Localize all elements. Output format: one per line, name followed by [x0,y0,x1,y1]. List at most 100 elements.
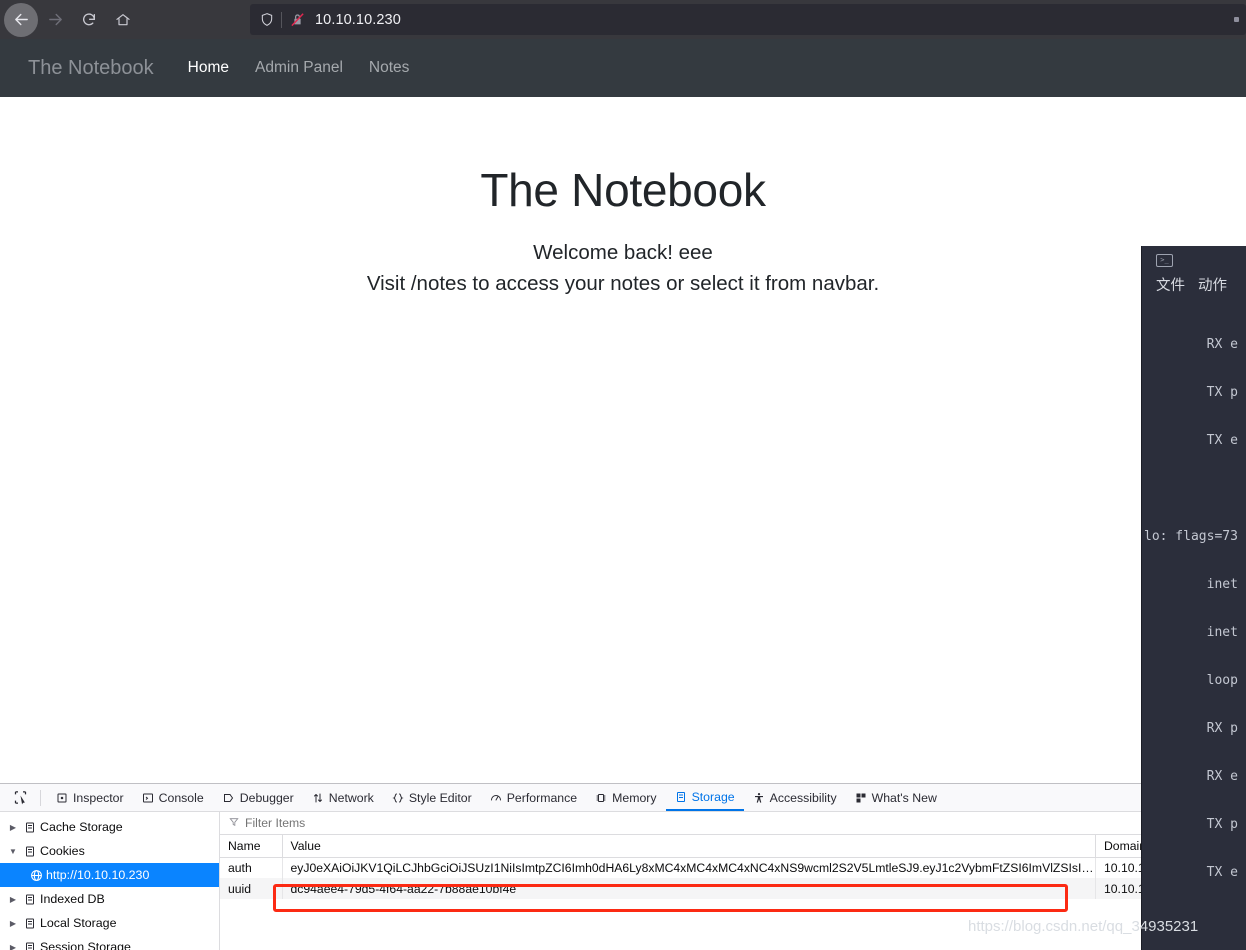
sidebar-item-local-storage[interactable]: ▶ Local Storage [0,911,219,935]
tab-label: Inspector [73,790,124,805]
tab-label: Network [328,790,374,805]
toolbar-divider [40,789,41,806]
terminal-output: RX e TX p TX e lo: flags=73 inet inet lo… [1142,305,1246,950]
sidebar-item-label: http://10.10.10.230 [46,868,150,882]
url-text: 10.10.10.230 [315,11,401,28]
cell-value: dc94aee4-79d5-4f64-aa22-7b88ae10bf4e [282,878,1096,899]
terminal-line: RX p [1144,721,1238,736]
nav-link-notes[interactable]: Notes [369,59,410,77]
forward-button[interactable] [38,3,72,37]
terminal-line: RX e [1144,337,1238,352]
shield-icon[interactable] [260,12,274,27]
tab-label: Style Editor [408,790,472,805]
tab-inspector[interactable]: Inspector [47,784,133,811]
terminal-window[interactable]: >_ 文件 动作 RX e TX p TX e lo: flags=73 ine… [1141,246,1246,950]
menu-item-file[interactable]: 文件 [1156,274,1185,295]
sidebar-item-label: Session Storage [40,940,131,950]
page-content: The Notebook Welcome back! eee Visit /no… [0,97,1246,783]
home-button[interactable] [106,3,140,37]
devtools-tabbar: Inspector Console Debugger Network Style… [0,784,1246,812]
tab-label: Accessibility [769,790,837,805]
urlbar-menu-dot[interactable] [1234,17,1239,22]
broken-lock-icon[interactable] [290,12,305,28]
cell-name: auth [220,857,283,878]
tab-label: Debugger [239,790,294,805]
chevron-down-icon[interactable]: ▼ [6,847,20,856]
tab-accessibility[interactable]: Accessibility [744,784,846,811]
table-row[interactable]: auth eyJ0eXAiOiJKV1QiLCJhbGciOiJSUzI1NiI… [220,857,1246,878]
table-header-row: Name Value Domain Path [220,835,1246,858]
filter-bar [220,812,1246,835]
filter-icon [229,814,239,832]
column-header-name[interactable]: Name [220,835,283,858]
nav-link-home[interactable]: Home [188,59,229,77]
page-title: The Notebook [480,164,766,216]
tab-whats-new[interactable]: What's New [846,784,946,811]
storage-icon [20,821,40,834]
storage-icon [20,845,40,858]
filter-input[interactable] [245,816,545,830]
menu-item-actions[interactable]: 动作 [1198,274,1227,295]
element-picker-icon[interactable] [6,786,34,810]
sidebar-item-session-storage[interactable]: ▶ Session Storage [0,935,219,950]
tab-label: What's New [871,790,937,805]
tab-performance[interactable]: Performance [481,784,586,811]
cell-name: uuid [220,878,283,899]
site-brand[interactable]: The Notebook [28,57,154,80]
urlbar-divider [281,11,282,28]
terminal-line: TX p [1144,385,1238,400]
screen: 10.10.10.230 The Notebook Home Admin Pan… [0,0,1246,950]
nav-link-admin-panel[interactable]: Admin Panel [255,59,343,77]
tab-console[interactable]: Console [133,784,213,811]
instructions-text: Visit /notes to access your notes or sel… [366,271,880,295]
sidebar-item-label: Cookies [40,844,85,858]
storage-icon [20,941,40,950]
navigation-buttons [0,2,140,37]
tab-memory[interactable]: Memory [586,784,665,811]
sidebar-item-label: Indexed DB [40,892,105,906]
back-button[interactable] [4,2,38,37]
chevron-right-icon[interactable]: ▶ [6,823,20,832]
tab-debugger[interactable]: Debugger [213,784,303,811]
terminal-line: RX e [1144,769,1238,784]
terminal-line: inet [1144,625,1238,640]
sidebar-item-label: Local Storage [40,916,117,930]
table-row[interactable]: uuid dc94aee4-79d5-4f64-aa22-7b88ae10bf4… [220,878,1246,899]
tab-style-editor[interactable]: Style Editor [383,784,481,811]
terminal-titlebar: >_ [1142,246,1246,274]
column-header-value[interactable]: Value [282,835,1096,858]
nav-links: Home Admin Panel Notes [188,59,410,77]
watermark: https://blog.csdn.net/qq_34935231 [968,918,1199,935]
tab-label: Performance [506,790,578,805]
address-bar[interactable]: 10.10.10.230 [250,4,1246,35]
tab-storage[interactable]: Storage [665,784,744,811]
site-navbar: The Notebook Home Admin Panel Notes [0,39,1246,97]
cookies-table: Name Value Domain Path auth eyJ0eXAiOiJK… [220,835,1246,899]
sidebar-item-cookie-host[interactable]: http://10.10.10.230 [0,863,219,887]
terminal-line: TX e [1144,433,1238,448]
sidebar-item-cache-storage[interactable]: ▶ Cache Storage [0,815,219,839]
browser-toolbar: 10.10.10.230 [0,0,1246,39]
terminal-line: TX p [1144,817,1238,832]
reload-button[interactable] [72,3,106,37]
chevron-right-icon[interactable]: ▶ [6,895,20,904]
tab-label: Console [158,790,204,805]
cell-value: eyJ0eXAiOiJKV1QiLCJhbGciOiJSUzI1NiIsImtp… [282,857,1096,878]
storage-icon [20,893,40,906]
tab-label: Memory [612,790,657,805]
terminal-line: inet [1144,577,1238,592]
chevron-right-icon[interactable]: ▶ [6,919,20,928]
chevron-right-icon[interactable]: ▶ [6,943,20,950]
tab-network[interactable]: Network [303,784,383,811]
sidebar-item-label: Cache Storage [40,820,123,834]
globe-icon [26,869,46,882]
terminal-line: TX e [1144,865,1238,880]
storage-icon [20,917,40,930]
sidebar-item-cookies[interactable]: ▼ Cookies [0,839,219,863]
terminal-line: loop [1144,673,1238,688]
tab-label: Storage [691,789,735,804]
terminal-icon: >_ [1156,253,1173,267]
sidebar-item-indexed-db[interactable]: ▶ Indexed DB [0,887,219,911]
storage-tree: ▶ Cache Storage ▼ Cookies http://10.10.1… [0,812,220,950]
